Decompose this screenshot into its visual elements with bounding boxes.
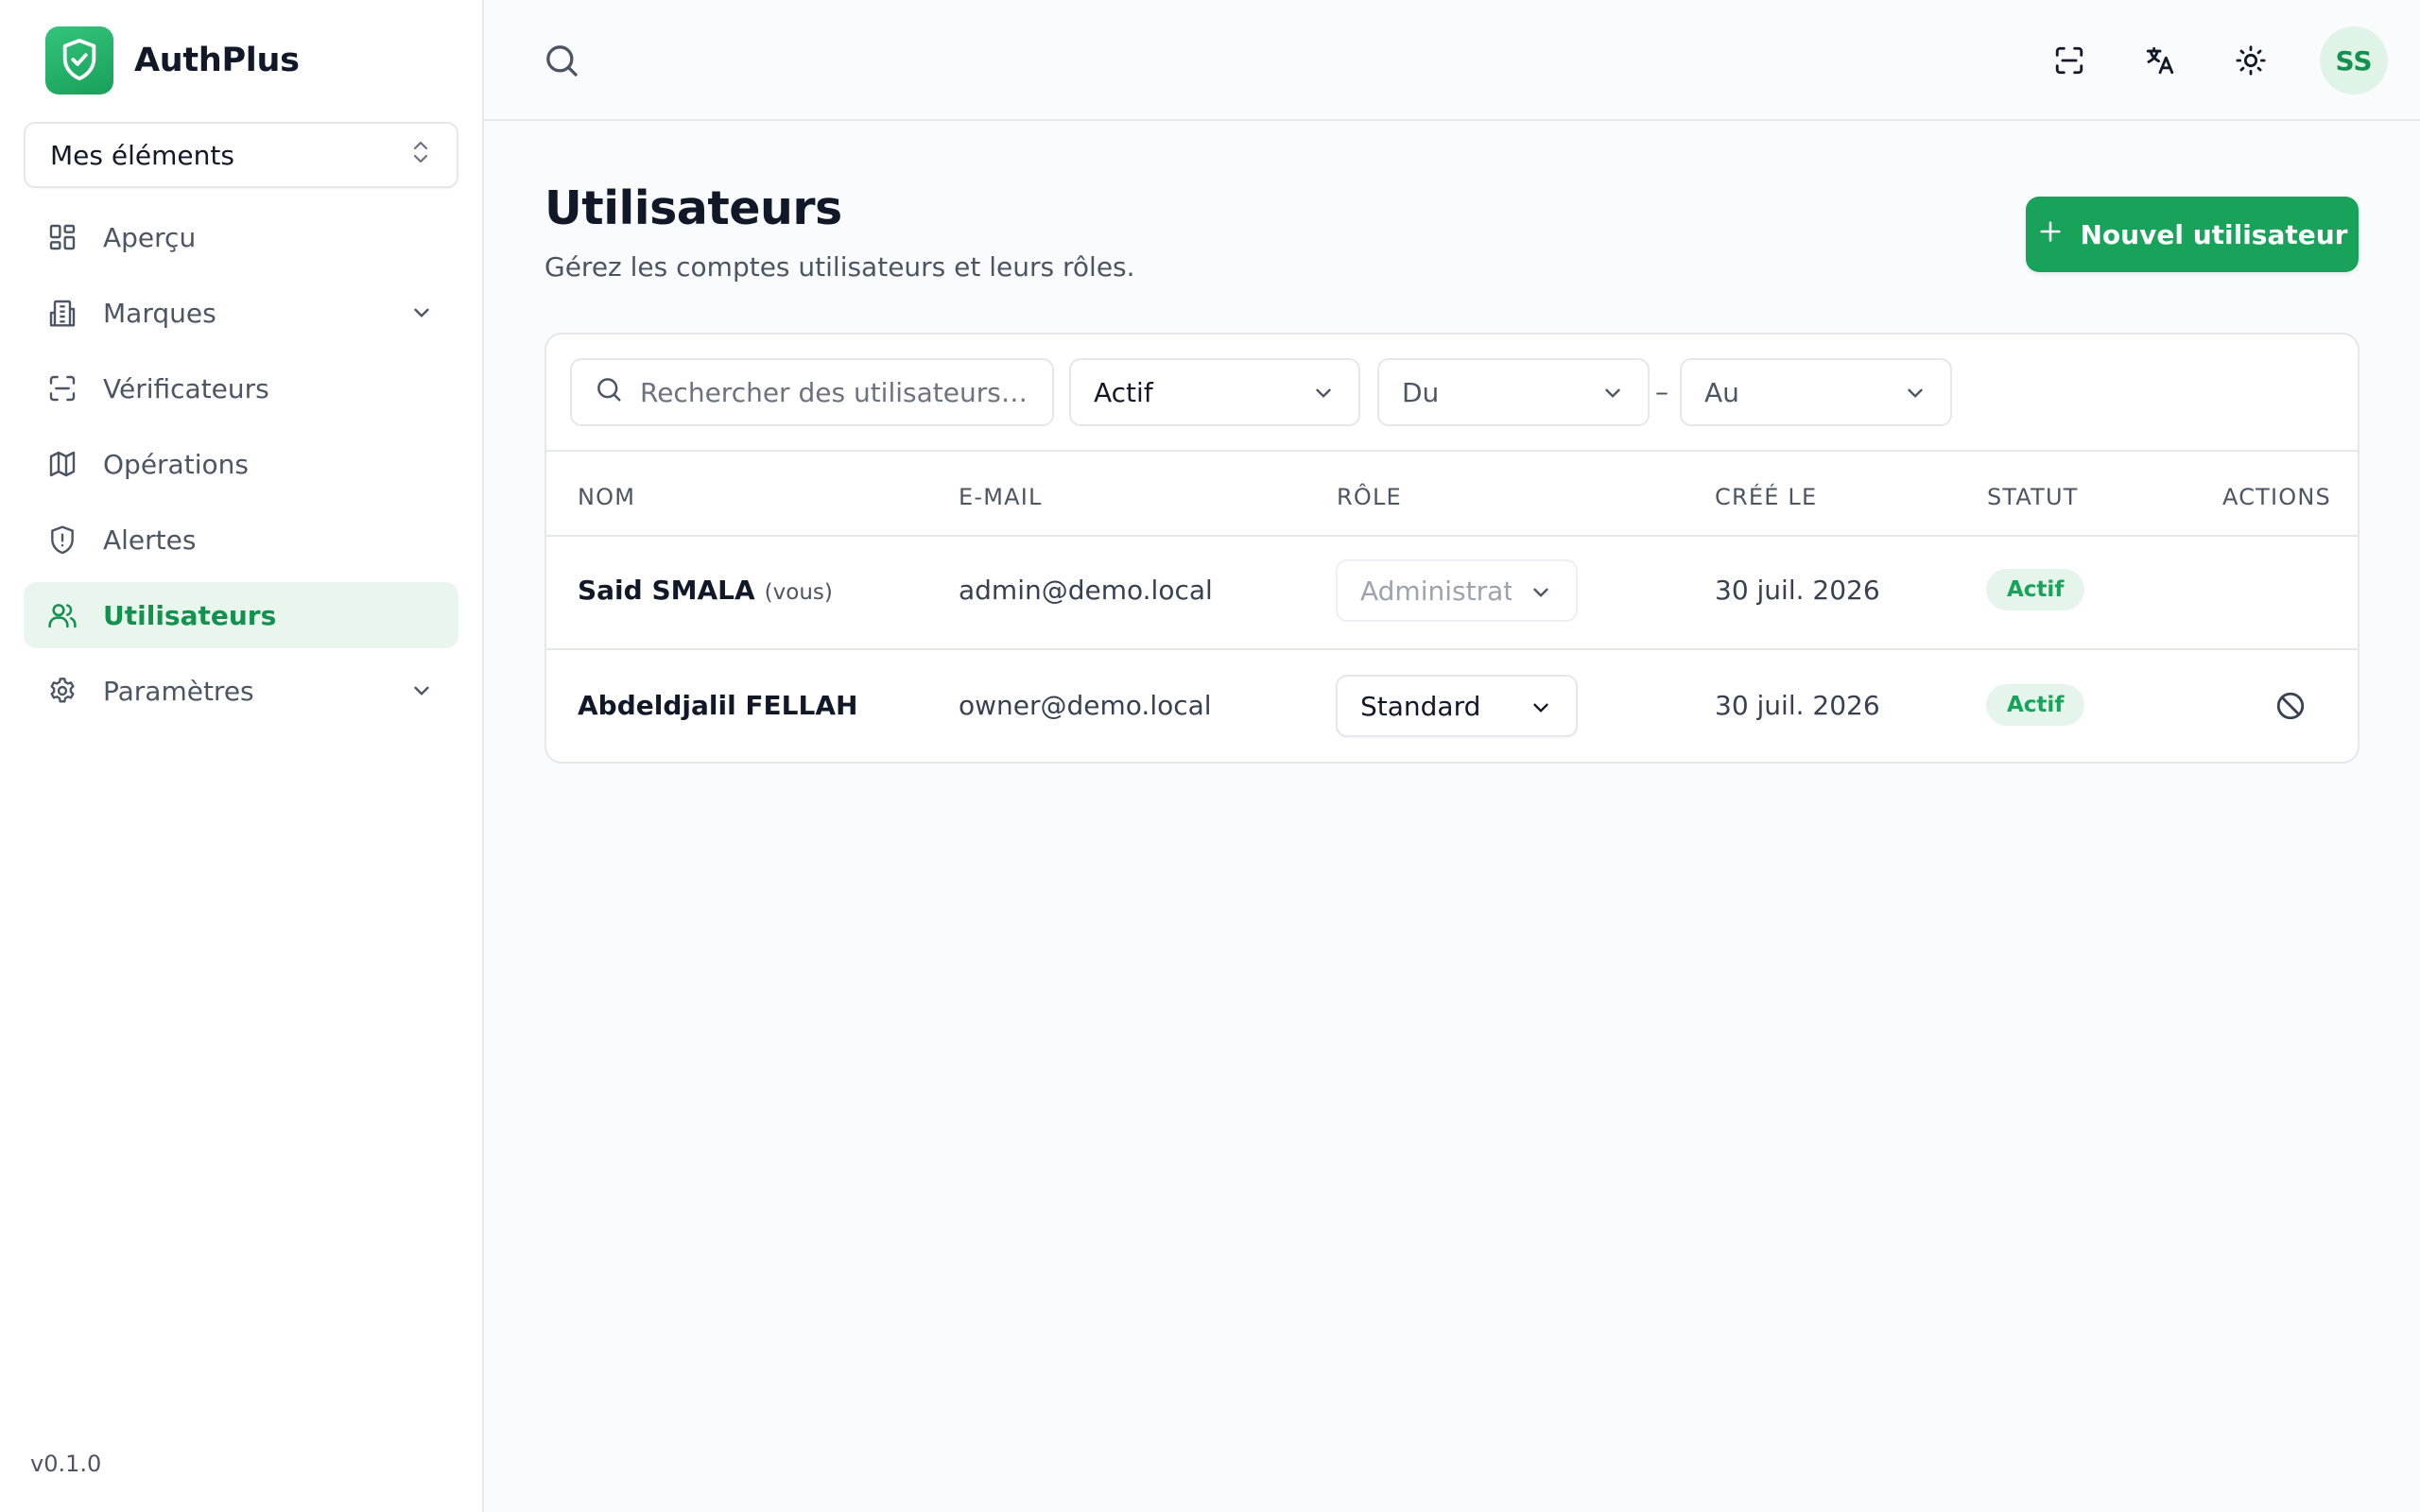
status-badge: Actif: [1986, 569, 2085, 610]
translate-icon[interactable]: [2138, 39, 2182, 82]
plus-icon: [2037, 218, 2064, 251]
chevron-up-down-icon: [409, 138, 432, 173]
page-title: Utilisateurs: [544, 181, 842, 235]
search-placeholder: Rechercher des utilisateurs…: [640, 376, 1028, 408]
chevron-down-icon: [1600, 381, 1625, 412]
status-badge: Actif: [1986, 684, 2085, 726]
filters-bar: Rechercher des utilisateurs… Actif Du – …: [546, 335, 2358, 452]
column-header-created[interactable]: CRÉÉ LE: [1715, 484, 1817, 510]
page-subtitle: Gérez les comptes utilisateurs et leurs …: [544, 251, 1135, 283]
column-header-actions: ACTIONS: [2222, 484, 2331, 510]
created-date: 30 juil. 2026: [1715, 690, 1880, 721]
status-filter-select[interactable]: Actif: [1069, 358, 1360, 426]
user-email: admin@demo.local: [959, 575, 1213, 606]
topbar: SS: [484, 0, 2420, 121]
ban-icon[interactable]: [2274, 690, 2307, 726]
new-user-button[interactable]: Nouvel utilisateur: [2026, 197, 2359, 272]
current-user-tag: (vous): [764, 580, 833, 605]
sidebar-item-label: Marques: [103, 297, 216, 329]
table-row: Abdeldjalil FELLAH owner@demo.local Stan…: [546, 652, 2358, 762]
workspace-label: Mes éléments: [50, 139, 234, 171]
status-filter-value: Actif: [1094, 376, 1153, 408]
new-user-label: Nouvel utilisateur: [2080, 218, 2348, 250]
sidebar-item-label: Aperçu: [103, 221, 197, 253]
table-row: Said SMALA (vous) admin@demo.local Admini…: [546, 537, 2358, 650]
role-value: Standard: [1360, 690, 1481, 722]
workspace-switcher[interactable]: Mes éléments: [24, 122, 458, 188]
date-to-select[interactable]: Au: [1680, 358, 1952, 426]
chevron-down-icon: [1311, 381, 1336, 412]
building-icon: [46, 297, 78, 329]
search-icon: [595, 375, 623, 410]
users-card: Rechercher des utilisateurs… Actif Du – …: [544, 333, 2360, 764]
created-date: 30 juil. 2026: [1715, 575, 1880, 606]
scan-icon: [46, 372, 78, 404]
topbar-actions: SS: [2048, 26, 2388, 94]
scan-icon[interactable]: [2048, 39, 2091, 82]
sidebar-item-verificateurs[interactable]: Vérificateurs: [24, 355, 458, 421]
chevron-down-icon: [1529, 580, 1553, 611]
shield-alert-icon: [46, 524, 78, 556]
search-field[interactable]: Rechercher des utilisateurs…: [570, 358, 1054, 426]
chevron-down-icon: [409, 679, 434, 710]
user-name: Abdeldjalil FELLAH: [578, 690, 858, 721]
date-to-value: Au: [1704, 376, 1739, 408]
app-version: v0.1.0: [30, 1451, 102, 1477]
sidebar-item-parametres[interactable]: Paramètres: [24, 658, 458, 724]
role-select[interactable]: Standard: [1336, 675, 1578, 737]
sidebar-item-alertes[interactable]: Alertes: [24, 507, 458, 573]
user-email: owner@demo.local: [959, 690, 1212, 721]
role-select: Administrateur: [1336, 559, 1578, 622]
sidebar-item-label: Vérificateurs: [103, 372, 269, 404]
date-range-separator: –: [1655, 376, 1668, 407]
sidebar: AuthPlus Mes éléments Aperçu Marques Vér…: [0, 0, 484, 1512]
sidebar-item-utilisateurs[interactable]: Utilisateurs: [24, 582, 458, 648]
sidebar-nav: Aperçu Marques Vérificateurs Opérations …: [24, 204, 458, 733]
app-name: AuthPlus: [134, 42, 300, 79]
map-icon: [46, 448, 78, 480]
date-from-select[interactable]: Du: [1377, 358, 1650, 426]
sidebar-item-label: Opérations: [103, 448, 249, 480]
sidebar-item-label: Utilisateurs: [103, 599, 277, 631]
column-header-role[interactable]: RÔLE: [1337, 484, 1402, 510]
role-value: Administrateur: [1360, 575, 1512, 607]
gear-icon: [46, 675, 78, 707]
users-icon: [46, 599, 78, 631]
user-name-cell: Said SMALA (vous): [578, 575, 833, 606]
chevron-down-icon: [409, 301, 434, 332]
chevron-down-icon: [1529, 696, 1553, 727]
search-icon[interactable]: [543, 42, 580, 83]
column-header-name[interactable]: NOM: [578, 484, 635, 510]
sidebar-item-apercu[interactable]: Aperçu: [24, 204, 458, 270]
sidebar-item-marques[interactable]: Marques: [24, 280, 458, 346]
date-from-value: Du: [1402, 376, 1440, 408]
brand[interactable]: AuthPlus: [45, 26, 300, 94]
shield-check-logo-icon: [45, 26, 113, 94]
sidebar-item-label: Paramètres: [103, 675, 254, 707]
chevron-down-icon: [1903, 381, 1927, 412]
user-avatar[interactable]: SS: [2320, 26, 2388, 94]
sun-icon[interactable]: [2229, 39, 2273, 82]
column-header-status[interactable]: STATUT: [1987, 484, 2079, 510]
user-name: Said SMALA: [578, 575, 755, 606]
sidebar-item-label: Alertes: [103, 524, 197, 556]
grid-icon: [46, 221, 78, 253]
column-header-email[interactable]: E-MAIL: [959, 484, 1043, 510]
sidebar-item-operations[interactable]: Opérations: [24, 431, 458, 497]
table-header: NOM E-MAIL RÔLE CRÉÉ LE STATUT ACTIONS: [546, 452, 2358, 537]
